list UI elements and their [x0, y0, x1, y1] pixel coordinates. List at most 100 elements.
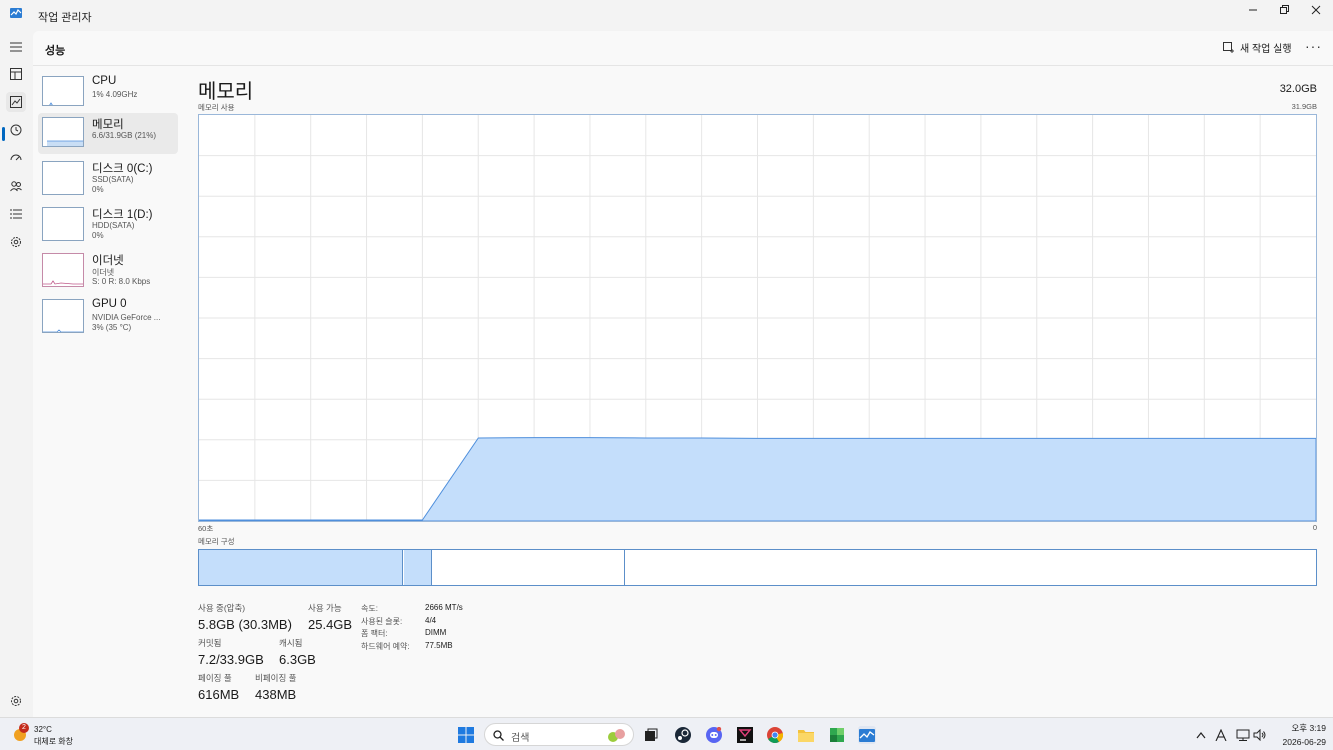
users-icon: [10, 181, 22, 192]
steam-icon: [675, 727, 691, 743]
speed-label: 속도:: [361, 604, 378, 613]
input-language-button[interactable]: [1212, 726, 1230, 744]
start-button[interactable]: [457, 726, 475, 744]
close-button[interactable]: [1300, 0, 1332, 20]
clock[interactable]: 오후 3:19 2026-06-29: [1270, 722, 1326, 748]
nav-details[interactable]: [6, 204, 26, 224]
device-utilization: 0%: [92, 231, 104, 240]
task-manager-taskbar-icon: [859, 728, 875, 742]
device-utilization: 3% (35 °C): [92, 323, 132, 332]
taskbar-app-snipping[interactable]: [828, 726, 846, 744]
nav-processes[interactable]: [6, 64, 26, 84]
nav-app-history[interactable]: [6, 120, 26, 140]
composition-modified[interactable]: [404, 550, 432, 585]
run-new-task-label: 새 작업 실행: [1240, 44, 1292, 55]
taskbar-search[interactable]: 검색: [484, 723, 634, 746]
ethernet-thumbnail: [42, 253, 84, 287]
run-new-task-button[interactable]: 새 작업 실행: [1223, 40, 1292, 55]
weather-widget[interactable]: 2 32°C 대체로 화창: [12, 723, 82, 748]
device-detail: 6.6/31.9GB (21%): [92, 131, 157, 140]
network-icon: [1236, 729, 1250, 741]
show-hidden-icons-button[interactable]: [1192, 726, 1210, 744]
hamburger-menu-button[interactable]: [6, 37, 26, 57]
nav-performance[interactable]: [6, 92, 26, 112]
minimize-button[interactable]: [1237, 0, 1269, 20]
taskbar-app-discord[interactable]: [705, 726, 723, 744]
memory-composition-label: 메모리 구성: [198, 537, 235, 546]
in-use-label: 사용 중(압축): [198, 603, 246, 613]
minimize-icon: [1249, 9, 1257, 11]
hardware-reserved-label: 하드웨어 예약:: [361, 642, 410, 651]
nav-services[interactable]: [6, 232, 26, 252]
nav-users[interactable]: [6, 176, 26, 196]
committed-label: 커밋됨: [198, 638, 222, 648]
close-icon: [1311, 5, 1321, 15]
history-icon: [10, 124, 22, 136]
paged-pool-label: 페이징 풀: [198, 673, 232, 683]
taskbar-app-jetbrains[interactable]: [736, 726, 754, 744]
memory-thumbnail: [42, 117, 84, 147]
device-name: CPU: [92, 75, 117, 87]
taskbar-app-chrome[interactable]: [766, 726, 784, 744]
weather-description: 대체로 화창: [34, 737, 74, 746]
device-utilization: 0%: [92, 185, 104, 194]
form-factor-label: 폼 팩터:: [361, 629, 388, 638]
time-axis-end: 0: [1312, 523, 1317, 532]
memory-usage-graph: [198, 114, 1317, 522]
device-ethernet[interactable]: 이더넷 이더넷 S: 0 R: 8.0 Kbps: [38, 249, 178, 290]
taskbar: 2 32°C 대체로 화창 검색 오후 3:19 2026-06-29: [0, 717, 1333, 750]
nonpaged-pool-label: 비페이징 풀: [255, 673, 297, 683]
more-options-button[interactable]: ···: [1305, 38, 1322, 54]
nav-active-indicator: [2, 127, 5, 141]
page-title: 성능: [45, 45, 66, 57]
cpu-sparkline: [49, 102, 53, 105]
nonpaged-pool-value: 438MB: [255, 687, 297, 702]
task-view-icon: [645, 728, 658, 741]
new-task-icon: [1223, 42, 1234, 53]
device-detail: 1% 4.09GHz: [92, 90, 138, 99]
jetbrains-icon: [737, 727, 753, 743]
search-highlight-icon: [608, 729, 625, 742]
device-detail: HDD(SATA): [92, 221, 135, 230]
memory-usage-label: 메모리 사용: [198, 103, 235, 112]
slots-used-label: 사용된 슬롯:: [361, 617, 403, 626]
restore-icon: [1280, 5, 1289, 14]
chrome-icon: [767, 727, 783, 743]
device-name: 메모리: [92, 119, 124, 131]
nav-settings[interactable]: [6, 691, 26, 711]
composition-in-use[interactable]: [199, 550, 403, 585]
maximize-button[interactable]: [1268, 0, 1300, 20]
page-header: 성능 새 작업 실행 ···: [33, 31, 1333, 66]
taskbar-app-task-view[interactable]: [642, 726, 660, 744]
device-cpu[interactable]: CPU 1% 4.09GHz: [38, 72, 178, 113]
volume-button[interactable]: [1251, 726, 1269, 744]
taskbar-app-task-manager[interactable]: [858, 726, 876, 744]
title-bar: 작업 관리자: [0, 0, 1333, 31]
device-name: 디스크 0(C:): [92, 163, 153, 175]
composition-standby[interactable]: [433, 550, 625, 585]
performance-icon: [10, 96, 22, 108]
performance-content: CPU 1% 4.09GHz 메모리 6.6/31.9GB (21%) 디스크 …: [33, 66, 1333, 717]
device-disk-1[interactable]: 디스크 1(D:) HDD(SATA) 0%: [38, 203, 178, 244]
startup-icon: [10, 154, 22, 161]
puzzle-app-icon: [830, 728, 844, 742]
network-button[interactable]: [1234, 726, 1252, 744]
language-indicator-icon: [1215, 729, 1227, 741]
memory-sparkline: [47, 140, 83, 146]
time-axis-start: 60초: [198, 524, 214, 533]
nav-startup-apps[interactable]: [6, 148, 26, 168]
cached-label: 캐시됨: [279, 638, 303, 648]
in-use-value: 5.8GB (30.3MB): [198, 617, 292, 632]
window-title: 작업 관리자: [38, 12, 92, 24]
device-disk-0[interactable]: 디스크 0(C:) SSD(SATA) 0%: [38, 157, 178, 198]
form-factor-value: DIMM: [425, 628, 447, 637]
memory-total: 32.0GB: [1279, 83, 1317, 95]
device-memory[interactable]: 메모리 6.6/31.9GB (21%): [38, 113, 178, 154]
gpu-thumbnail: [42, 299, 84, 333]
taskbar-app-file-explorer[interactable]: [797, 726, 815, 744]
speaker-icon: [1253, 729, 1266, 741]
disk-1-thumbnail: [42, 207, 84, 241]
hamburger-icon: [10, 42, 22, 52]
device-gpu-0[interactable]: GPU 0 NVIDIA GeForce ... 3% (35 °C): [38, 295, 178, 336]
taskbar-app-steam[interactable]: [674, 726, 692, 744]
